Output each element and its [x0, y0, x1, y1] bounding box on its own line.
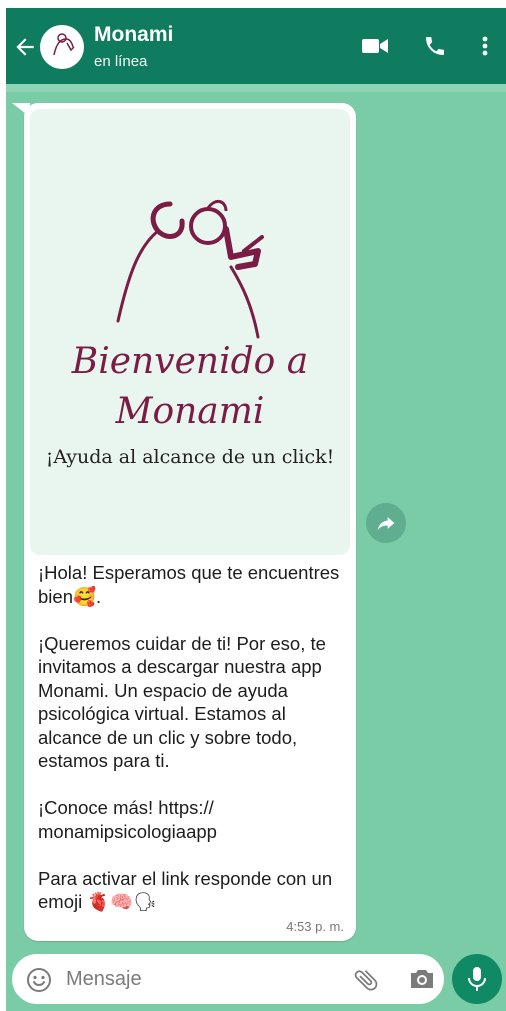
message-image[interactable]: Bienvenido a Monami ¡Ayuda al alcance de… [30, 109, 350, 555]
message-composer[interactable]: Mensaje [12, 954, 444, 1004]
chat-screen: Monami en línea Bienvenido a Monami ¡Ayu… [6, 8, 506, 1011]
attach-icon[interactable] [352, 966, 380, 999]
reaction-emojis: 🫀🧠🗣 [87, 891, 157, 912]
back-arrow-icon[interactable] [12, 34, 38, 60]
forward-icon [377, 517, 395, 531]
image-welcome-line1: Bienvenido a [71, 341, 309, 382]
camera-icon[interactable] [408, 966, 436, 997]
image-welcome-line2: Monami [115, 391, 265, 432]
smiling-hearts-emoji: 🥰 [72, 585, 97, 607]
avatar[interactable] [40, 25, 84, 69]
message-link[interactable]: ¡Conoce más! https:// monamipsicologiaap… [38, 796, 348, 843]
message-paragraph: ¡Hola! Esperamos que te encuentres bien🥰… [38, 562, 340, 607]
emoji-icon[interactable] [26, 967, 52, 998]
mic-button[interactable] [452, 954, 502, 1004]
phone-icon[interactable] [423, 34, 447, 63]
forward-button[interactable] [366, 503, 406, 543]
mic-icon [468, 967, 486, 991]
chat-header: Monami en línea [6, 8, 506, 92]
message-paragraph: ¡Queremos cuidar de ti! Por eso, te invi… [38, 632, 326, 772]
contact-name[interactable]: Monami [94, 23, 173, 47]
message-text: ¡Hola! Esperamos que te encuentres bien🥰… [38, 561, 348, 914]
message-paragraph: Para activar el link responde con un emo… [38, 867, 333, 913]
message-input[interactable]: Mensaje [66, 968, 142, 991]
header-divider [6, 84, 506, 92]
message-timestamp: 4:53 p. m. [286, 919, 344, 934]
incoming-message[interactable]: Bienvenido a Monami ¡Ayuda al alcance de… [24, 103, 356, 941]
video-call-icon[interactable] [361, 34, 389, 63]
more-vert-icon[interactable] [480, 34, 490, 63]
image-tagline: ¡Ayuda al alcance de un click! [45, 446, 335, 468]
contact-status: en línea [94, 53, 148, 70]
monami-logo [116, 199, 264, 339]
